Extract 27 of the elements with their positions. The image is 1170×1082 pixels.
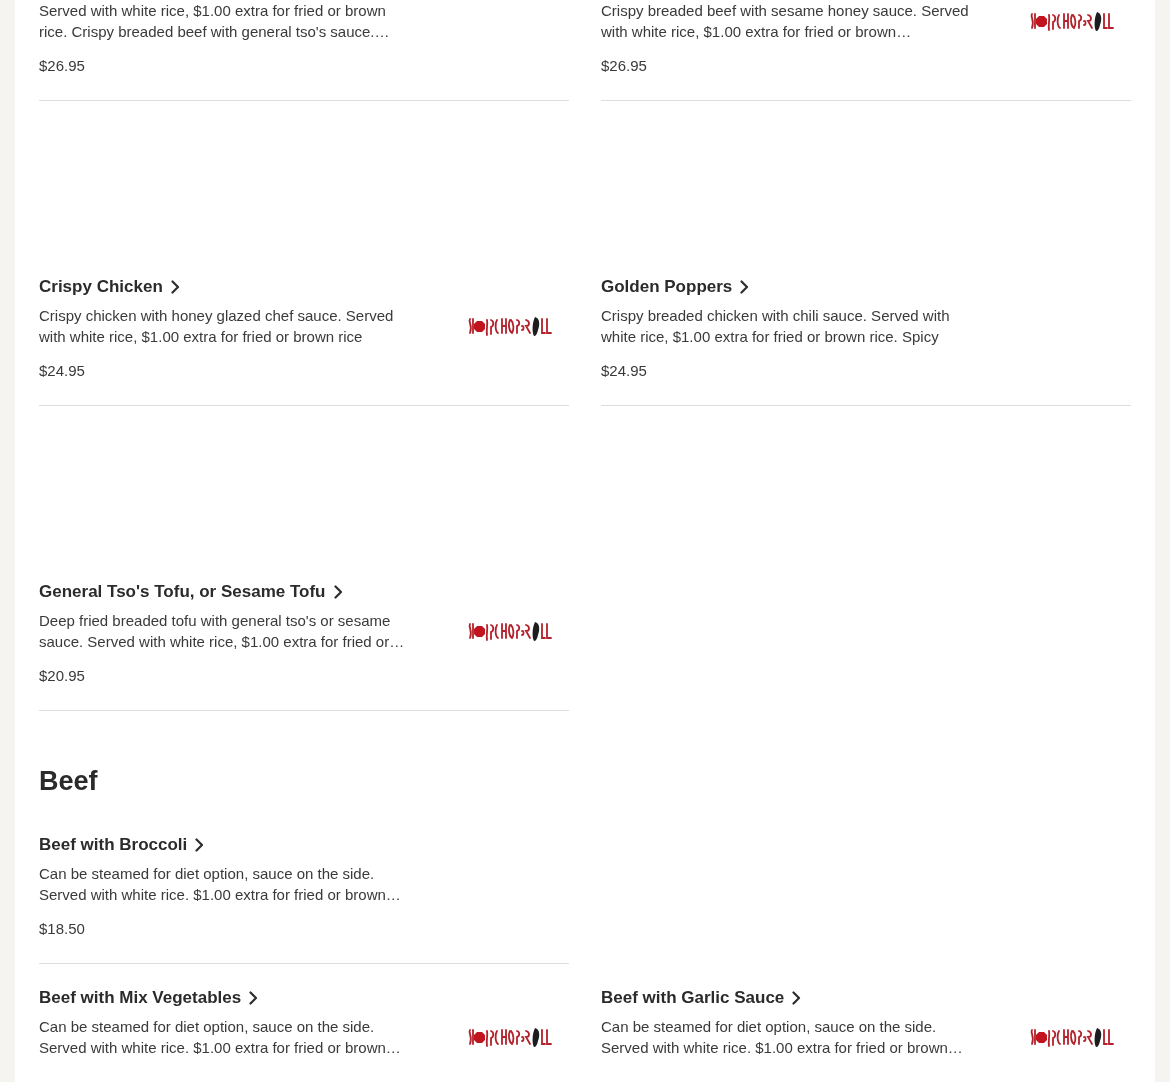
- item-price: $24.95: [601, 361, 648, 381]
- item-description: Crispy breaded beef with sesame honey sauce. Served with white rice, $1.00 extra for fried or brown…: [601, 1, 970, 42]
- chevron-right-icon: [333, 585, 343, 599]
- chevron-right-icon: [249, 991, 259, 1005]
- chevron-right-icon: [740, 280, 750, 294]
- item-price: $20.95: [39, 666, 86, 686]
- chevron-right-icon: [195, 838, 205, 852]
- item-title: General Tso's Tofu, or Sesame Tofu: [39, 581, 326, 603]
- item-title: Beef with Garlic Sauce: [601, 987, 785, 1009]
- section-heading: Beef: [39, 765, 99, 797]
- item-description: Crispy breaded chicken with chili sauce. Served with white rice, $1.00 extra for fried or brown rice. Spicy: [601, 306, 951, 347]
- item-price: $24.95: [39, 361, 86, 381]
- chevron-right-icon: [170, 280, 180, 294]
- item-description: Deep fried breaded tofu with general tso's or sesame sauce. Served with white rice, $1.00 extra for fried or…: [39, 611, 406, 652]
- item-description: Crispy chicken with honey glazed chef sauce. Served with white rice, $1.00 extra for fried or brown rice: [39, 306, 395, 347]
- item-description: Can be steamed for diet option, sauce on the side. Served with white rice. $1.00 extra for fried or brown…: [601, 1017, 964, 1058]
- item-description: Can be steamed for diet option, sauce on the side. Served with white rice. $1.00 extra for fried or brown…: [39, 864, 402, 905]
- item-price: $26.95: [601, 56, 648, 76]
- chevron-right-icon: [792, 991, 802, 1005]
- item-title: Crispy Chicken: [39, 276, 163, 298]
- item-price: $26.95: [39, 56, 86, 76]
- item-description: Served with white rice, $1.00 extra for fried or brown rice. Crispy breaded beef with general tso's sauce.…: [39, 1, 391, 42]
- item-price: $18.50: [39, 919, 86, 939]
- item-description: Can be steamed for diet option, sauce on the side. Served with white rice. $1.00 extra for fried or brown…: [39, 1017, 402, 1058]
- item-title: Beef with Broccoli: [39, 834, 188, 856]
- item-title: Beef with Mix Vegetables: [39, 987, 242, 1009]
- item-title: Golden Poppers: [601, 276, 733, 298]
